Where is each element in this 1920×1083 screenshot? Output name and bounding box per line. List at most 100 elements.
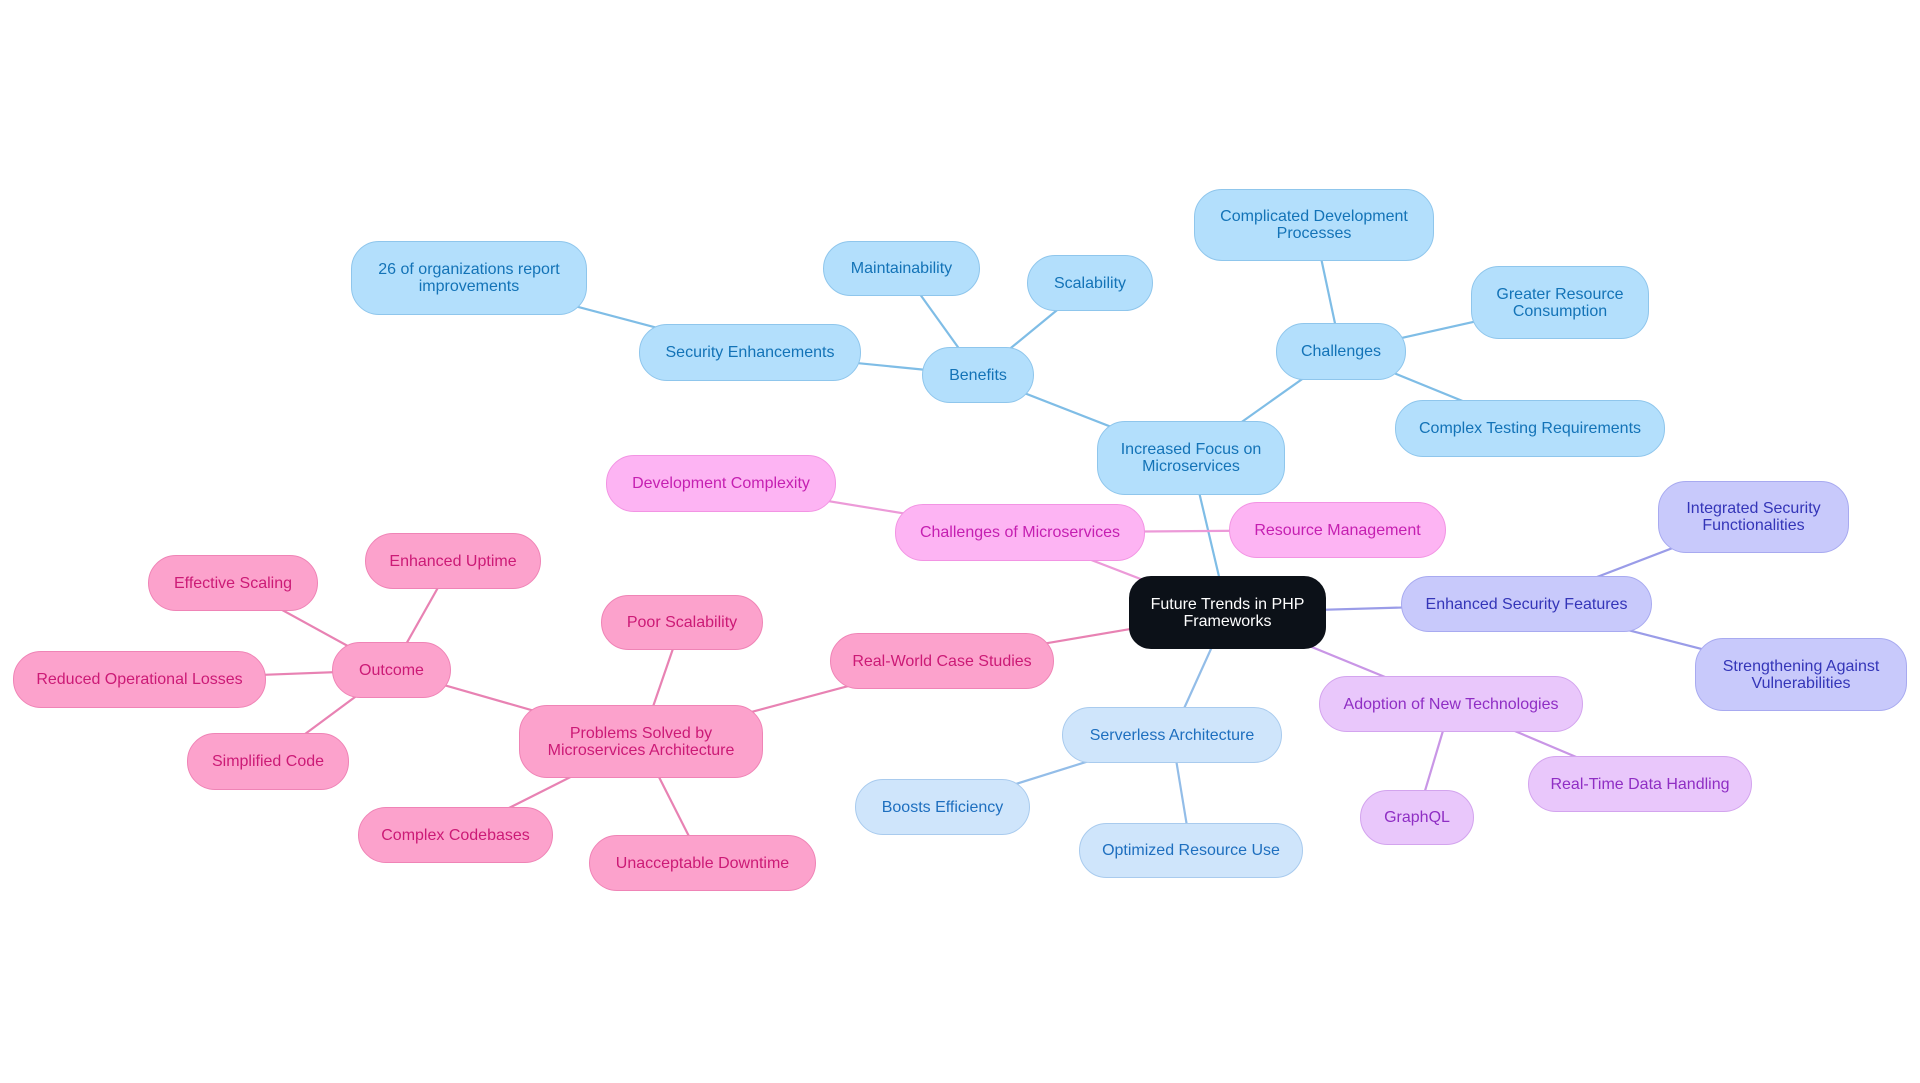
node-label-line: Greater Resource	[1496, 285, 1624, 303]
node-label-line: improvements	[418, 278, 520, 295]
node-label-line: Future Trends in PHP	[1150, 595, 1305, 613]
node-label-line: Challenges	[1300, 343, 1382, 360]
node-label-line: Strengthening Against	[1722, 657, 1880, 675]
mindmap-node-realworld[interactable]: Real-World Case Studies	[830, 633, 1054, 689]
node-label: Effective Scaling	[174, 575, 292, 592]
mindmap-node-comp-dev[interactable]: Complicated Development Processes	[1194, 189, 1434, 261]
node-label: Reduced Operational Losses	[36, 671, 242, 688]
node-label: Problems Solved by Microservices Architec…	[548, 725, 735, 759]
node-label: Enhanced Uptime	[389, 553, 516, 570]
mindmap-node-scal[interactable]: Scalability	[1027, 255, 1153, 311]
node-label-line: Serverless Architecture	[1089, 726, 1255, 744]
node-label: Challenges	[1301, 343, 1381, 360]
node-label-line: Integrated Security	[1686, 500, 1821, 517]
node-label: Optimized Resource Use	[1102, 842, 1280, 859]
node-label-line: Resource Management	[1254, 521, 1421, 539]
mindmap-node-adoption[interactable]: Adoption of New Technologies	[1319, 676, 1583, 732]
node-label-line: Development Complexity	[632, 475, 810, 492]
mindmap-node-strength[interactable]: Strengthening Against Vulnerabilities	[1695, 638, 1907, 711]
node-label-line: Optimized Resource Use	[1102, 842, 1280, 859]
node-label-line: Frameworks	[1183, 612, 1272, 630]
mindmap-node-unacc[interactable]: Unacceptable Downtime	[589, 835, 816, 891]
mindmap-node-problems[interactable]: Problems Solved by Microservices Architec…	[519, 705, 763, 778]
node-label-line: Maintainability	[850, 260, 953, 277]
node-label: Complex Codebases	[381, 827, 530, 844]
node-label-line: Processes	[1276, 225, 1352, 242]
node-label-line: Benefits	[949, 366, 1007, 384]
mindmap-node-greater-res[interactable]: Greater Resource Consumption	[1471, 266, 1649, 339]
mindmap-node-poor-scal[interactable]: Poor Scalability	[601, 595, 763, 650]
node-label-line: Microservices	[1142, 458, 1240, 475]
node-label-line: Complex Codebases	[381, 826, 530, 844]
mindmap-node-complex-test[interactable]: Complex Testing Requirements	[1395, 400, 1665, 457]
node-label: Future Trends in PHP Frameworks	[1151, 596, 1305, 630]
node-label-line: Boosts Efficiency	[881, 798, 1004, 816]
mindmap-node-optimized[interactable]: Optimized Resource Use	[1079, 823, 1303, 878]
node-label-line: Increased Focus on	[1120, 441, 1262, 458]
node-label-line: 26 of organizations report	[378, 261, 560, 278]
node-label-line: Effective Scaling	[174, 574, 292, 592]
node-label-line: Complicated Development	[1220, 208, 1408, 225]
node-label-line: Real-Time Data Handling	[1550, 775, 1730, 793]
node-label-line: Adoption of New Technologies	[1343, 695, 1559, 713]
node-label: Resource Management	[1254, 522, 1420, 539]
node-label: Boosts Efficiency	[882, 799, 1004, 816]
node-label-line: Unacceptable Downtime	[615, 854, 790, 872]
mindmap-node-reduced[interactable]: Reduced Operational Losses	[13, 651, 266, 708]
node-label: Real-Time Data Handling	[1550, 776, 1729, 793]
node-label: Adoption of New Technologies	[1344, 696, 1559, 713]
node-label: Benefits	[949, 367, 1007, 384]
mindmap-node-dev-complex[interactable]: Development Complexity	[606, 455, 836, 512]
node-label: Greater Resource Consumption	[1496, 286, 1623, 320]
node-label-line: Real-World Case Studies	[852, 652, 1032, 670]
mindmap-node-ch-micro[interactable]: Challenges of Microservices	[895, 504, 1145, 561]
node-label: Security Enhancements	[666, 344, 835, 361]
node-label: Strengthening Against Vulnerabilities	[1723, 658, 1880, 692]
node-label-line: GraphQL	[1384, 809, 1450, 826]
node-label: Increased Focus on Microservices	[1121, 441, 1262, 475]
node-label: 26 of organizations report improvements	[378, 261, 559, 295]
mindmap-node-realtime[interactable]: Real-Time Data Handling	[1528, 756, 1752, 812]
mindmap-node-res-mgmt[interactable]: Resource Management	[1229, 502, 1446, 558]
mindmap-node-graphql[interactable]: GraphQL	[1360, 790, 1474, 845]
node-label: Maintainability	[851, 260, 952, 277]
mindmap-node-challenges[interactable]: Challenges	[1276, 323, 1406, 380]
node-label-line: Microservices Architecture	[547, 741, 735, 759]
node-label-line: Scalability	[1053, 274, 1127, 292]
node-label-line: Challenges of Microservices	[919, 524, 1121, 541]
node-label: Poor Scalability	[627, 614, 737, 631]
node-label: GraphQL	[1384, 809, 1450, 826]
node-label: Challenges of Microservices	[920, 524, 1120, 541]
mindmap-node-enh-up[interactable]: Enhanced Uptime	[365, 533, 541, 589]
node-label-line: Poor Scalability	[626, 614, 738, 631]
mindmap-node-enh-sec[interactable]: Enhanced Security Features	[1401, 576, 1652, 632]
mindmap-node-sec-enh[interactable]: Security Enhancements	[639, 324, 861, 381]
node-label-line: Complex Testing Requirements	[1418, 420, 1642, 437]
node-label-line: Enhanced Security Features	[1425, 595, 1628, 613]
mindmap-node-simplified[interactable]: Simplified Code	[187, 733, 349, 790]
mindmap-node-benefits[interactable]: Benefits	[922, 347, 1034, 403]
node-label: Simplified Code	[212, 753, 324, 770]
node-label: Serverless Architecture	[1090, 727, 1255, 744]
node-label-line: Outcome	[359, 661, 424, 679]
node-label-line: Enhanced Uptime	[389, 552, 517, 570]
mindmap-node-maint[interactable]: Maintainability	[823, 241, 980, 296]
node-label: Complex Testing Requirements	[1419, 420, 1641, 437]
mindmap-node-boosts[interactable]: Boosts Efficiency	[855, 779, 1030, 835]
mindmap-node-int-sec[interactable]: Integrated Security Functionalities	[1658, 481, 1849, 553]
mindmap-node-outcome[interactable]: Outcome	[332, 642, 451, 698]
node-label: Outcome	[359, 662, 424, 679]
mindmap-node-eff-scal[interactable]: Effective Scaling	[148, 555, 318, 611]
node-label-line: Functionalities	[1702, 517, 1805, 534]
node-label: Integrated Security Functionalities	[1686, 500, 1820, 534]
mindmap-node-orgs[interactable]: 26 of organizations report improvements	[351, 241, 587, 315]
node-label-line: Simplified Code	[211, 753, 325, 770]
mindmap-node-complex-code[interactable]: Complex Codebases	[358, 807, 553, 863]
mindmap-node-root[interactable]: Future Trends in PHP Frameworks	[1129, 576, 1326, 649]
node-label: Unacceptable Downtime	[616, 855, 789, 872]
node-label-line: Security Enhancements	[665, 344, 835, 361]
mindmap-node-micro[interactable]: Increased Focus on Microservices	[1097, 421, 1285, 495]
node-label: Complicated Development Processes	[1220, 208, 1408, 242]
node-label: Development Complexity	[632, 475, 810, 492]
mindmap-node-serverless[interactable]: Serverless Architecture	[1062, 707, 1282, 763]
